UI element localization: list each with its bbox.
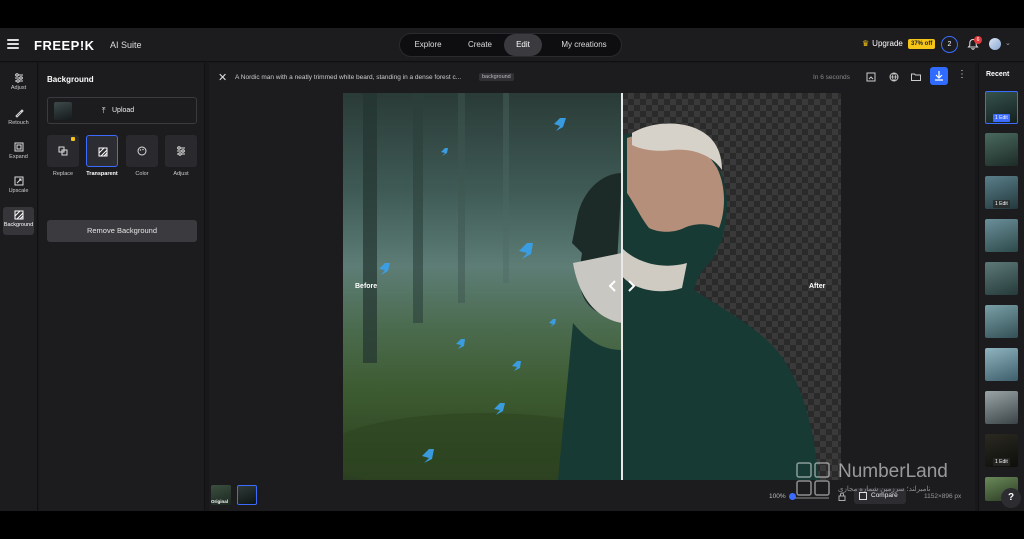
uploaded-thumbnail <box>54 102 72 120</box>
prompt-tag: background <box>479 73 514 81</box>
background-panel: Background ⤒ Upload Replace Transparent … <box>39 63 205 511</box>
recent-title: Recent <box>986 71 1010 78</box>
sliders-icon <box>177 146 185 156</box>
zoom-level: 100% <box>769 493 786 500</box>
watermark-name: NumberLand <box>838 461 948 482</box>
option-label: Transparent <box>86 171 118 177</box>
tool-expand[interactable]: Expand <box>3 139 34 167</box>
top-bar: FREEP!K AI Suite Explore Create Edit My … <box>0 28 1024 62</box>
recent-item[interactable] <box>985 133 1018 166</box>
crown-icon: ♛ <box>862 39 870 48</box>
recent-item[interactable] <box>985 262 1018 295</box>
upload-button[interactable]: ⤒ Upload <box>47 97 197 124</box>
edit-count-badge: 1 Edit <box>993 458 1010 466</box>
edit-count-badge: 1 Edit <box>993 114 1010 122</box>
tool-retouch[interactable]: Retouch <box>3 105 34 133</box>
tool-label: Adjust <box>10 85 27 91</box>
option-label: Color <box>135 171 149 177</box>
app-window: FREEP!K AI Suite Explore Create Edit My … <box>0 28 1024 511</box>
numberland-logo <box>796 462 830 496</box>
zoom-slider[interactable] <box>792 497 829 499</box>
compare-icon <box>859 492 867 500</box>
palette-icon <box>137 146 147 156</box>
option-transparent[interactable] <box>86 135 118 167</box>
edit-count-badge: 1 Edit <box>993 200 1010 208</box>
folder-icon[interactable] <box>910 71 922 83</box>
main-nav: Explore Create Edit My creations <box>399 33 622 57</box>
tool-adjust[interactable]: Adjust <box>3 70 34 98</box>
upgrade-label: Upgrade <box>872 39 903 48</box>
after-label: After <box>809 283 826 290</box>
recent-item[interactable] <box>985 348 1018 381</box>
nav-explore[interactable]: Explore <box>404 34 452 56</box>
hamburger-menu-icon[interactable] <box>7 39 19 49</box>
upload-label: Upload <box>112 107 135 114</box>
tool-label: Expand <box>9 154 28 160</box>
option-color[interactable] <box>126 135 158 167</box>
watermark-subtitle: نامبرلند؛ سرزمین شماره مجازی <box>838 486 931 493</box>
image-dimensions: 1152×896 px <box>924 493 962 500</box>
credits-counter[interactable]: 2 <box>941 36 958 53</box>
lock-icon[interactable] <box>838 492 846 501</box>
recent-item[interactable] <box>985 305 1018 338</box>
recent-panel: Recent 1 Edit 1 Edit 1 Edit ? <box>978 63 1024 511</box>
forest-scene <box>343 93 643 480</box>
close-icon[interactable]: ✕ <box>218 71 227 84</box>
nav-create[interactable]: Create <box>456 34 504 56</box>
recent-item[interactable] <box>985 219 1018 252</box>
upload-icon: ⤒ <box>102 106 106 115</box>
before-image <box>343 93 643 480</box>
option-adjust[interactable] <box>165 135 197 167</box>
discount-badge: 37% off <box>908 39 936 49</box>
chevron-down-icon[interactable]: ⌄ <box>1005 39 1011 47</box>
more-options-icon[interactable]: ⋮ <box>957 69 967 80</box>
prompt-text: A Nordic man with a neatly trimmed white… <box>235 74 462 81</box>
thumbnail-original[interactable]: Original <box>211 485 231 505</box>
nav-my-creations[interactable]: My creations <box>548 34 620 56</box>
tool-label: Upscale <box>8 188 29 194</box>
download-button[interactable] <box>930 67 948 85</box>
panel-title: Background <box>47 75 94 84</box>
download-icon <box>935 71 943 81</box>
upgrade-button[interactable]: ♛ Upgrade <box>862 39 903 48</box>
option-replace[interactable] <box>47 135 79 167</box>
tool-rail: Adjust Retouch Expand Upscale Background <box>0 63 38 511</box>
thumbnail-edited[interactable] <box>237 485 257 505</box>
time-estimate: In 6 seconds <box>813 74 850 81</box>
nav-edit[interactable]: Edit <box>504 34 542 56</box>
upscale-icon <box>14 176 23 186</box>
brush-icon <box>14 109 24 118</box>
image-settings-icon[interactable] <box>865 71 877 83</box>
globe-icon[interactable] <box>888 71 900 83</box>
avatar[interactable] <box>989 38 1001 50</box>
help-button[interactable]: ? <box>1001 488 1021 508</box>
tool-background[interactable]: Background <box>3 207 34 235</box>
replace-icon <box>58 146 68 156</box>
before-label: Before <box>355 283 378 290</box>
notification-badge: 6 <box>974 36 982 44</box>
option-label: Adjust <box>173 171 189 177</box>
premium-badge <box>71 137 75 141</box>
suite-label: AI Suite <box>110 40 142 50</box>
logo[interactable]: FREEP!K <box>34 38 95 53</box>
option-label: Replace <box>52 171 74 177</box>
background-icon <box>14 210 23 220</box>
original-label: Original <box>211 499 229 504</box>
tool-label: Retouch <box>8 120 29 126</box>
remove-background-button[interactable]: Remove Background <box>47 220 197 242</box>
transparent-icon <box>98 147 108 157</box>
compare-canvas[interactable]: Before After <box>343 93 841 480</box>
recent-item[interactable] <box>985 391 1018 424</box>
sliders-icon <box>14 73 23 83</box>
tool-label: Background <box>3 222 34 228</box>
tool-upscale[interactable]: Upscale <box>3 173 34 201</box>
drag-handle-icon[interactable] <box>607 279 637 293</box>
expand-icon <box>14 142 23 152</box>
editor-area: ✕ A Nordic man with a neatly trimmed whi… <box>209 63 975 511</box>
